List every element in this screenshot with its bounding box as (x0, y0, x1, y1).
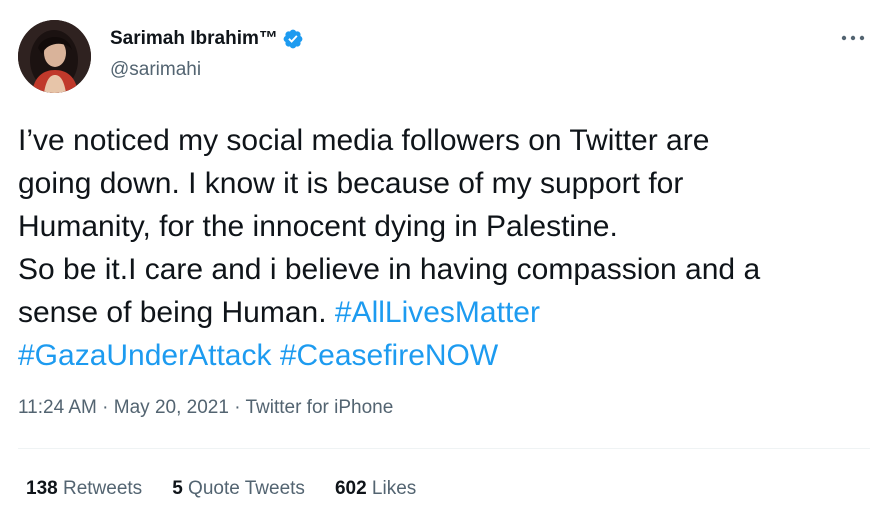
meta-separator: · (102, 397, 109, 418)
tweet-text-line: I’ve noticed my social media followers o… (18, 119, 878, 162)
more-options-icon[interactable] (838, 26, 868, 50)
likes-count: 602 (334, 478, 367, 499)
display-name[interactable]: Sarimah Ibrahim™ (110, 28, 278, 50)
retweets-count: 138 (26, 478, 58, 499)
tweet-text-segment (271, 339, 279, 372)
hashtag-link[interactable]: #CeasefireNOW (280, 339, 498, 372)
tweet-text-segment: going down. I know it is because of my s… (18, 167, 684, 200)
engagement-stats: 138 Retweets 5 Quote Tweets 602 Likes (26, 478, 416, 500)
tweet-text-segment: I’ve noticed my social media followers o… (18, 124, 710, 157)
meta-separator: · (234, 397, 241, 418)
author-handle[interactable]: @sarimahi (110, 59, 201, 81)
avatar[interactable] (18, 20, 91, 93)
verified-badge-icon (282, 28, 304, 50)
tweet-text-line: So be it.I care and i believe in having … (18, 248, 878, 291)
quote-tweets-stat[interactable]: 5 Quote Tweets (172, 478, 305, 500)
tweet-date[interactable]: May 20, 2021 (114, 397, 229, 418)
tweet-card: Sarimah Ibrahim™ @sarimahi I’ve noticed … (0, 0, 888, 519)
profile-photo-icon (18, 20, 91, 93)
hashtag-link[interactable]: #AllLivesMatter (335, 296, 540, 329)
tweet-text: I’ve noticed my social media followers o… (18, 119, 878, 377)
tweet-text-line: going down. I know it is because of my s… (18, 162, 878, 205)
tweet-text-line: Humanity, for the innocent dying in Pale… (18, 205, 878, 248)
divider (18, 448, 870, 449)
tweet-text-segment: So be it.I care and i believe in having … (18, 253, 761, 286)
quote-tweets-count: 5 (172, 478, 183, 499)
tweet-text-line: #GazaUnderAttack #CeasefireNOW (18, 334, 878, 377)
hashtag-link[interactable]: #GazaUnderAttack (18, 339, 271, 372)
likes-label: Likes (371, 478, 417, 499)
tweet-text-segment: sense of being Human. (18, 296, 335, 329)
quote-tweets-label: Quote Tweets (188, 478, 305, 499)
tweet-text-line: sense of being Human. #AllLivesMatter (18, 291, 878, 334)
retweets-stat[interactable]: 138 Retweets (26, 478, 142, 500)
likes-stat[interactable]: 602 Likes (335, 478, 416, 500)
tweet-source[interactable]: Twitter for iPhone (245, 397, 393, 418)
tweet-text-segment: Humanity, for the innocent dying in Pale… (18, 210, 618, 243)
retweets-label: Retweets (62, 478, 143, 499)
author-name-row: Sarimah Ibrahim™ (110, 28, 304, 50)
tweet-time[interactable]: 11:24 AM (18, 397, 97, 418)
tweet-metadata: 11:24 AM · May 20, 2021 · Twitter for iP… (18, 397, 393, 419)
